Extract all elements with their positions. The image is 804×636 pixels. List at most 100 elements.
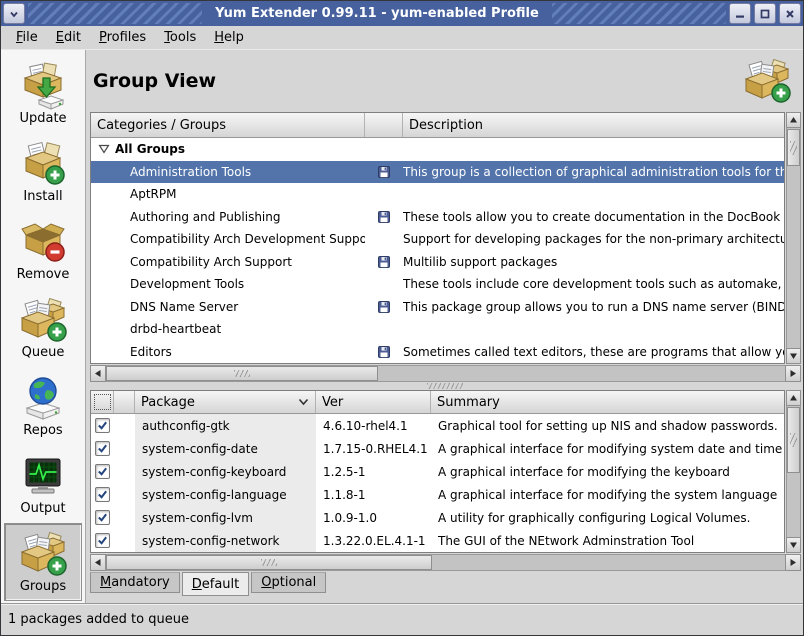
scroll-thumb[interactable] [106, 366, 378, 381]
sidebar-label: Install [23, 189, 62, 204]
sidebar-item-remove[interactable]: Remove [4, 211, 82, 289]
sidebar-item-groups[interactable]: Groups [4, 523, 82, 601]
maximize-button[interactable] [754, 3, 776, 24]
sidebar-label: Queue [22, 345, 65, 360]
scroll-thumb[interactable] [787, 129, 800, 166]
package-name: system-config-lvm [135, 506, 316, 529]
checkmark-icon [97, 443, 108, 454]
minimize-button[interactable] [729, 3, 751, 24]
column-header-categories-groups[interactable]: Categories / Groups [91, 113, 365, 137]
package-checkbox[interactable] [95, 487, 110, 502]
group-row[interactable]: Authoring and Publishing These tools all… [91, 206, 784, 229]
pane-splitter[interactable] [86, 382, 803, 390]
scroll-up-button[interactable] [786, 390, 801, 406]
group-description: This group is a collection of graphical … [403, 165, 784, 179]
package-checkbox[interactable] [95, 533, 110, 548]
scroll-up-button[interactable] [786, 112, 801, 128]
scroll-left-button[interactable] [90, 365, 106, 382]
package-version: 4.6.10-rhel4.1 [316, 414, 431, 437]
group-name: Compatibility Arch Support [130, 255, 292, 269]
package-filter-tabs: Mandatory Default Optional [90, 572, 801, 598]
package-version: 1.7.15-0.RHEL4.1 [316, 437, 431, 460]
group-row[interactable]: drbd-heartbeat [91, 318, 784, 341]
close-button[interactable] [779, 3, 801, 24]
tab[interactable]: Default [182, 572, 250, 596]
groups-boxes-icon [19, 530, 67, 578]
menu-item[interactable]: File [7, 27, 47, 48]
package-row[interactable]: authconfig-gtk 4.6.10-rhel4.1 Graphical … [91, 414, 784, 437]
menu-item[interactable]: Edit [47, 27, 90, 48]
package-name: system-config-network [135, 529, 316, 552]
group-table-vscrollbar[interactable] [786, 112, 801, 364]
package-checkbox[interactable] [95, 418, 110, 433]
update-box-icon [19, 62, 67, 110]
package-checkbox[interactable] [95, 464, 110, 479]
scroll-right-button[interactable] [785, 554, 801, 571]
group-table: Categories / Groups Description All Grou… [90, 112, 801, 364]
expander-triangle-icon[interactable] [98, 144, 110, 154]
column-header-description[interactable]: Description [403, 113, 784, 137]
package-row[interactable]: system-config-language 1.1.8-1 A graphic… [91, 483, 784, 506]
window-menu-button[interactable] [3, 3, 25, 24]
package-table-vscrollbar[interactable] [786, 390, 801, 553]
checkmark-icon [97, 535, 108, 546]
menubar: File Edit Profiles Tools Help [1, 26, 803, 50]
package-summary: A utility for graphically configuring Lo… [431, 506, 784, 529]
column-header-ver[interactable]: Ver [316, 391, 431, 413]
package-row[interactable]: system-config-lvm 1.0.9-1.0 A utility fo… [91, 506, 784, 529]
titlebar-stripes-left [28, 3, 202, 24]
sidebar-item-install[interactable]: Install [4, 133, 82, 211]
menu-item[interactable]: Profiles [90, 27, 155, 48]
package-checkbox[interactable] [95, 510, 110, 525]
sidebar-label: Repos [23, 423, 62, 438]
scroll-down-button[interactable] [786, 348, 801, 364]
scroll-down-button[interactable] [786, 537, 801, 553]
group-name: DNS Name Server [130, 300, 238, 314]
group-description: Multilib support packages [403, 255, 784, 269]
package-summary: A graphical interface for modifying the … [431, 460, 784, 483]
tab[interactable]: Mandatory [90, 572, 180, 593]
titlebar-stripes-right [552, 3, 726, 24]
group-row[interactable]: Development Tools These tools include co… [91, 273, 784, 296]
column-label: Package [141, 395, 195, 410]
group-row[interactable]: All Groups [91, 138, 784, 161]
remove-box-icon [19, 218, 67, 266]
sidebar-item-output[interactable]: Output [4, 445, 82, 523]
window-title: Yum Extender 0.99.11 - yum-enabled Profi… [205, 3, 549, 24]
group-table-hscrollbar[interactable] [90, 365, 801, 382]
scroll-left-button[interactable] [90, 554, 106, 571]
group-description: These tools allow you to create document… [403, 210, 784, 224]
group-row[interactable]: Compatibility Arch Development Support S… [91, 228, 784, 251]
package-row[interactable]: system-config-date 1.7.15-0.RHEL4.1 A gr… [91, 437, 784, 460]
column-header-icon[interactable] [365, 113, 403, 137]
column-header-package[interactable]: Package [135, 391, 316, 413]
package-checkbox[interactable] [95, 441, 110, 456]
sidebar-item-update[interactable]: Update [4, 55, 82, 133]
sidebar-item-repos[interactable]: Repos [4, 367, 82, 445]
package-row[interactable]: system-config-network 1.3.22.0.EL.4.1-1 … [91, 529, 784, 552]
group-row[interactable]: DNS Name Server This package group allow… [91, 296, 784, 319]
sidebar-label: Output [20, 501, 65, 516]
column-header-summary[interactable]: Summary [431, 391, 784, 413]
package-table: Package Ver Summary [90, 390, 801, 553]
package-row[interactable]: system-config-keyboard 1.2.5-1 A graphic… [91, 460, 784, 483]
group-row[interactable]: AptRPM [91, 183, 784, 206]
scroll-thumb[interactable] [106, 555, 432, 570]
column-header-checkbox[interactable] [91, 391, 114, 413]
floppy-disk-icon [378, 256, 390, 268]
group-row[interactable]: Administration Tools This group is a col… [91, 161, 784, 184]
sidebar-label: Groups [20, 579, 66, 594]
column-header-icon[interactable] [114, 391, 135, 413]
sidebar-item-queue[interactable]: Queue [4, 289, 82, 367]
group-row[interactable]: Editors Sometimes called text editors, t… [91, 341, 784, 364]
close-icon [785, 9, 795, 19]
scroll-right-button[interactable] [785, 365, 801, 382]
group-row[interactable]: Compatibility Arch Support Multilib supp… [91, 251, 784, 274]
package-table-hscrollbar[interactable] [90, 554, 801, 571]
titlebar[interactable]: Yum Extender 0.99.11 - yum-enabled Profi… [1, 1, 803, 26]
floppy-disk-icon [378, 346, 390, 358]
scroll-thumb[interactable] [787, 407, 800, 473]
menu-item[interactable]: Help [205, 27, 253, 48]
tab[interactable]: Optional [251, 572, 326, 593]
menu-item[interactable]: Tools [155, 27, 205, 48]
